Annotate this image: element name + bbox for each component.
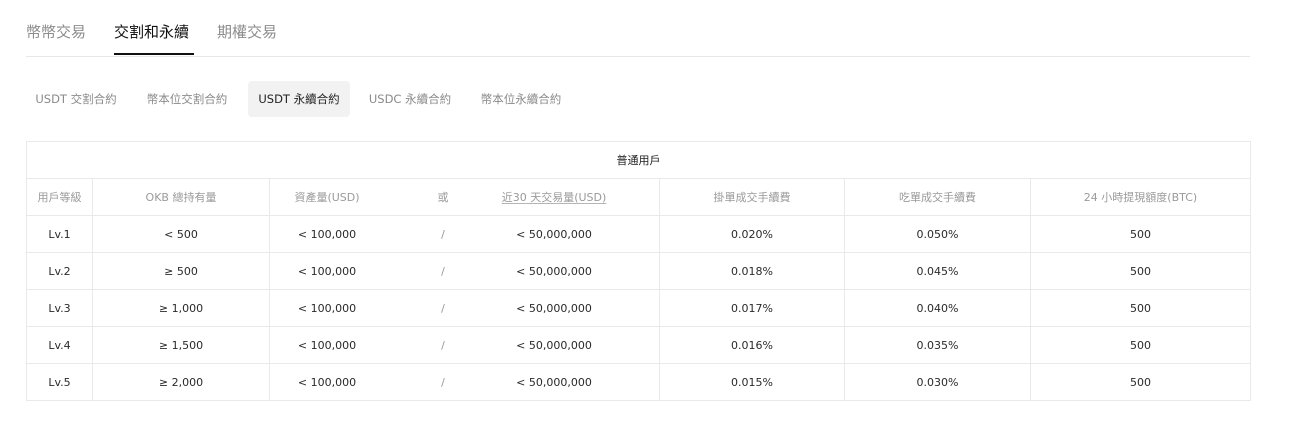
cell-assets-volume: < 100,000 / < 50,000,000 [269, 363, 660, 401]
cell-withdraw-limit: 500 [1030, 252, 1251, 290]
cell-separator: / [441, 301, 445, 315]
cell-separator: / [441, 375, 445, 389]
market-tabs: 幣幣交易 交割和永續 期權交易 [26, 0, 1250, 57]
cell-volume: < 50,000,000 [516, 301, 592, 315]
fee-table: 普通用戶 用戶等級 OKB 總持有量 資產量(USD) 或 近30 天交易量(U… [26, 141, 1251, 401]
cell-maker-fee: 0.017% [659, 289, 845, 327]
tab-spot-trading[interactable]: 幣幣交易 [26, 22, 86, 42]
cell-okb: < 500 [92, 215, 270, 253]
cell-okb: ≥ 1,500 [92, 326, 270, 364]
col-header-level: 用戶等級 [26, 178, 93, 216]
subtab-coin-perpetual[interactable]: 幣本位永續合約 [470, 81, 572, 117]
col-header-assets-volume: 資產量(USD) 或 近30 天交易量(USD) [269, 178, 660, 216]
user-group-title: 普通用戶 [26, 141, 1251, 179]
cell-withdraw-limit: 500 [1030, 363, 1251, 401]
volume-label: 近30 天交易量(USD) [501, 191, 607, 204]
col-header-assets: 資產量(USD) [294, 191, 360, 204]
cell-okb: ≥ 2,000 [92, 363, 270, 401]
subtab-usdc-perpetual[interactable]: USDC 永續合約 [360, 81, 460, 117]
table-row: Lv.2 ≥ 500 < 100,000 / < 50,000,000 0.01… [26, 252, 1251, 290]
subtab-coin-delivery[interactable]: 幣本位交割合約 [136, 81, 238, 117]
subtab-usdt-perpetual[interactable]: USDT 永續合約 [248, 81, 350, 117]
table-row: Lv.3 ≥ 1,000 < 100,000 / < 50,000,000 0.… [26, 289, 1251, 327]
cell-assets-volume: < 100,000 / < 50,000,000 [269, 289, 660, 327]
cell-maker-fee: 0.020% [659, 215, 845, 253]
active-tab-indicator [114, 53, 194, 55]
cell-taker-fee: 0.045% [844, 252, 1031, 290]
cell-level: Lv.2 [26, 252, 93, 290]
table-row: Lv.4 ≥ 1,500 < 100,000 / < 50,000,000 0.… [26, 326, 1251, 364]
cell-withdraw-limit: 500 [1030, 289, 1251, 327]
cell-separator: / [441, 264, 445, 278]
cell-okb: ≥ 500 [92, 252, 270, 290]
cell-maker-fee: 0.015% [659, 363, 845, 401]
cell-level: Lv.5 [26, 363, 93, 401]
cell-maker-fee: 0.018% [659, 252, 845, 290]
cell-assets: < 100,000 [297, 375, 357, 389]
cell-assets: < 100,000 [297, 338, 357, 352]
cell-volume: < 50,000,000 [516, 375, 592, 389]
tab-futures-perpetual[interactable]: 交割和永續 [114, 22, 189, 42]
cell-level: Lv.4 [26, 326, 93, 364]
cell-taker-fee: 0.035% [844, 326, 1031, 364]
cell-level: Lv.3 [26, 289, 93, 327]
table-row: Lv.1 < 500 < 100,000 / < 50,000,000 0.02… [26, 215, 1251, 253]
cell-assets-volume: < 100,000 / < 50,000,000 [269, 326, 660, 364]
cell-okb: ≥ 1,000 [92, 289, 270, 327]
cell-separator: / [441, 227, 445, 241]
col-header-withdraw-limit: 24 小時提現額度(BTC) [1030, 178, 1251, 216]
cell-assets: < 100,000 [297, 227, 357, 241]
cell-assets-volume: < 100,000 / < 50,000,000 [269, 215, 660, 253]
cell-assets: < 100,000 [297, 264, 357, 278]
cell-taker-fee: 0.040% [844, 289, 1031, 327]
cell-volume: < 50,000,000 [516, 264, 592, 278]
tab-options-trading[interactable]: 期權交易 [217, 22, 277, 42]
cell-assets-volume: < 100,000 / < 50,000,000 [269, 252, 660, 290]
col-header-or: 或 [437, 191, 449, 204]
cell-taker-fee: 0.050% [844, 215, 1031, 253]
cell-taker-fee: 0.030% [844, 363, 1031, 401]
cell-assets: < 100,000 [297, 301, 357, 315]
cell-withdraw-limit: 500 [1030, 215, 1251, 253]
col-header-volume: 近30 天交易量(USD) [484, 180, 624, 215]
cell-separator: / [441, 338, 445, 352]
cell-volume: < 50,000,000 [516, 338, 592, 352]
col-header-taker-fee: 吃單成交手續費 [844, 178, 1031, 216]
subtab-usdt-delivery[interactable]: USDT 交割合約 [26, 81, 126, 117]
cell-maker-fee: 0.016% [659, 326, 845, 364]
col-header-maker-fee: 掛單成交手續費 [659, 178, 845, 216]
col-header-okb: OKB 總持有量 [92, 178, 270, 216]
cell-level: Lv.1 [26, 215, 93, 253]
table-row: Lv.5 ≥ 2,000 < 100,000 / < 50,000,000 0.… [26, 363, 1251, 401]
cell-volume: < 50,000,000 [516, 227, 592, 241]
cell-withdraw-limit: 500 [1030, 326, 1251, 364]
